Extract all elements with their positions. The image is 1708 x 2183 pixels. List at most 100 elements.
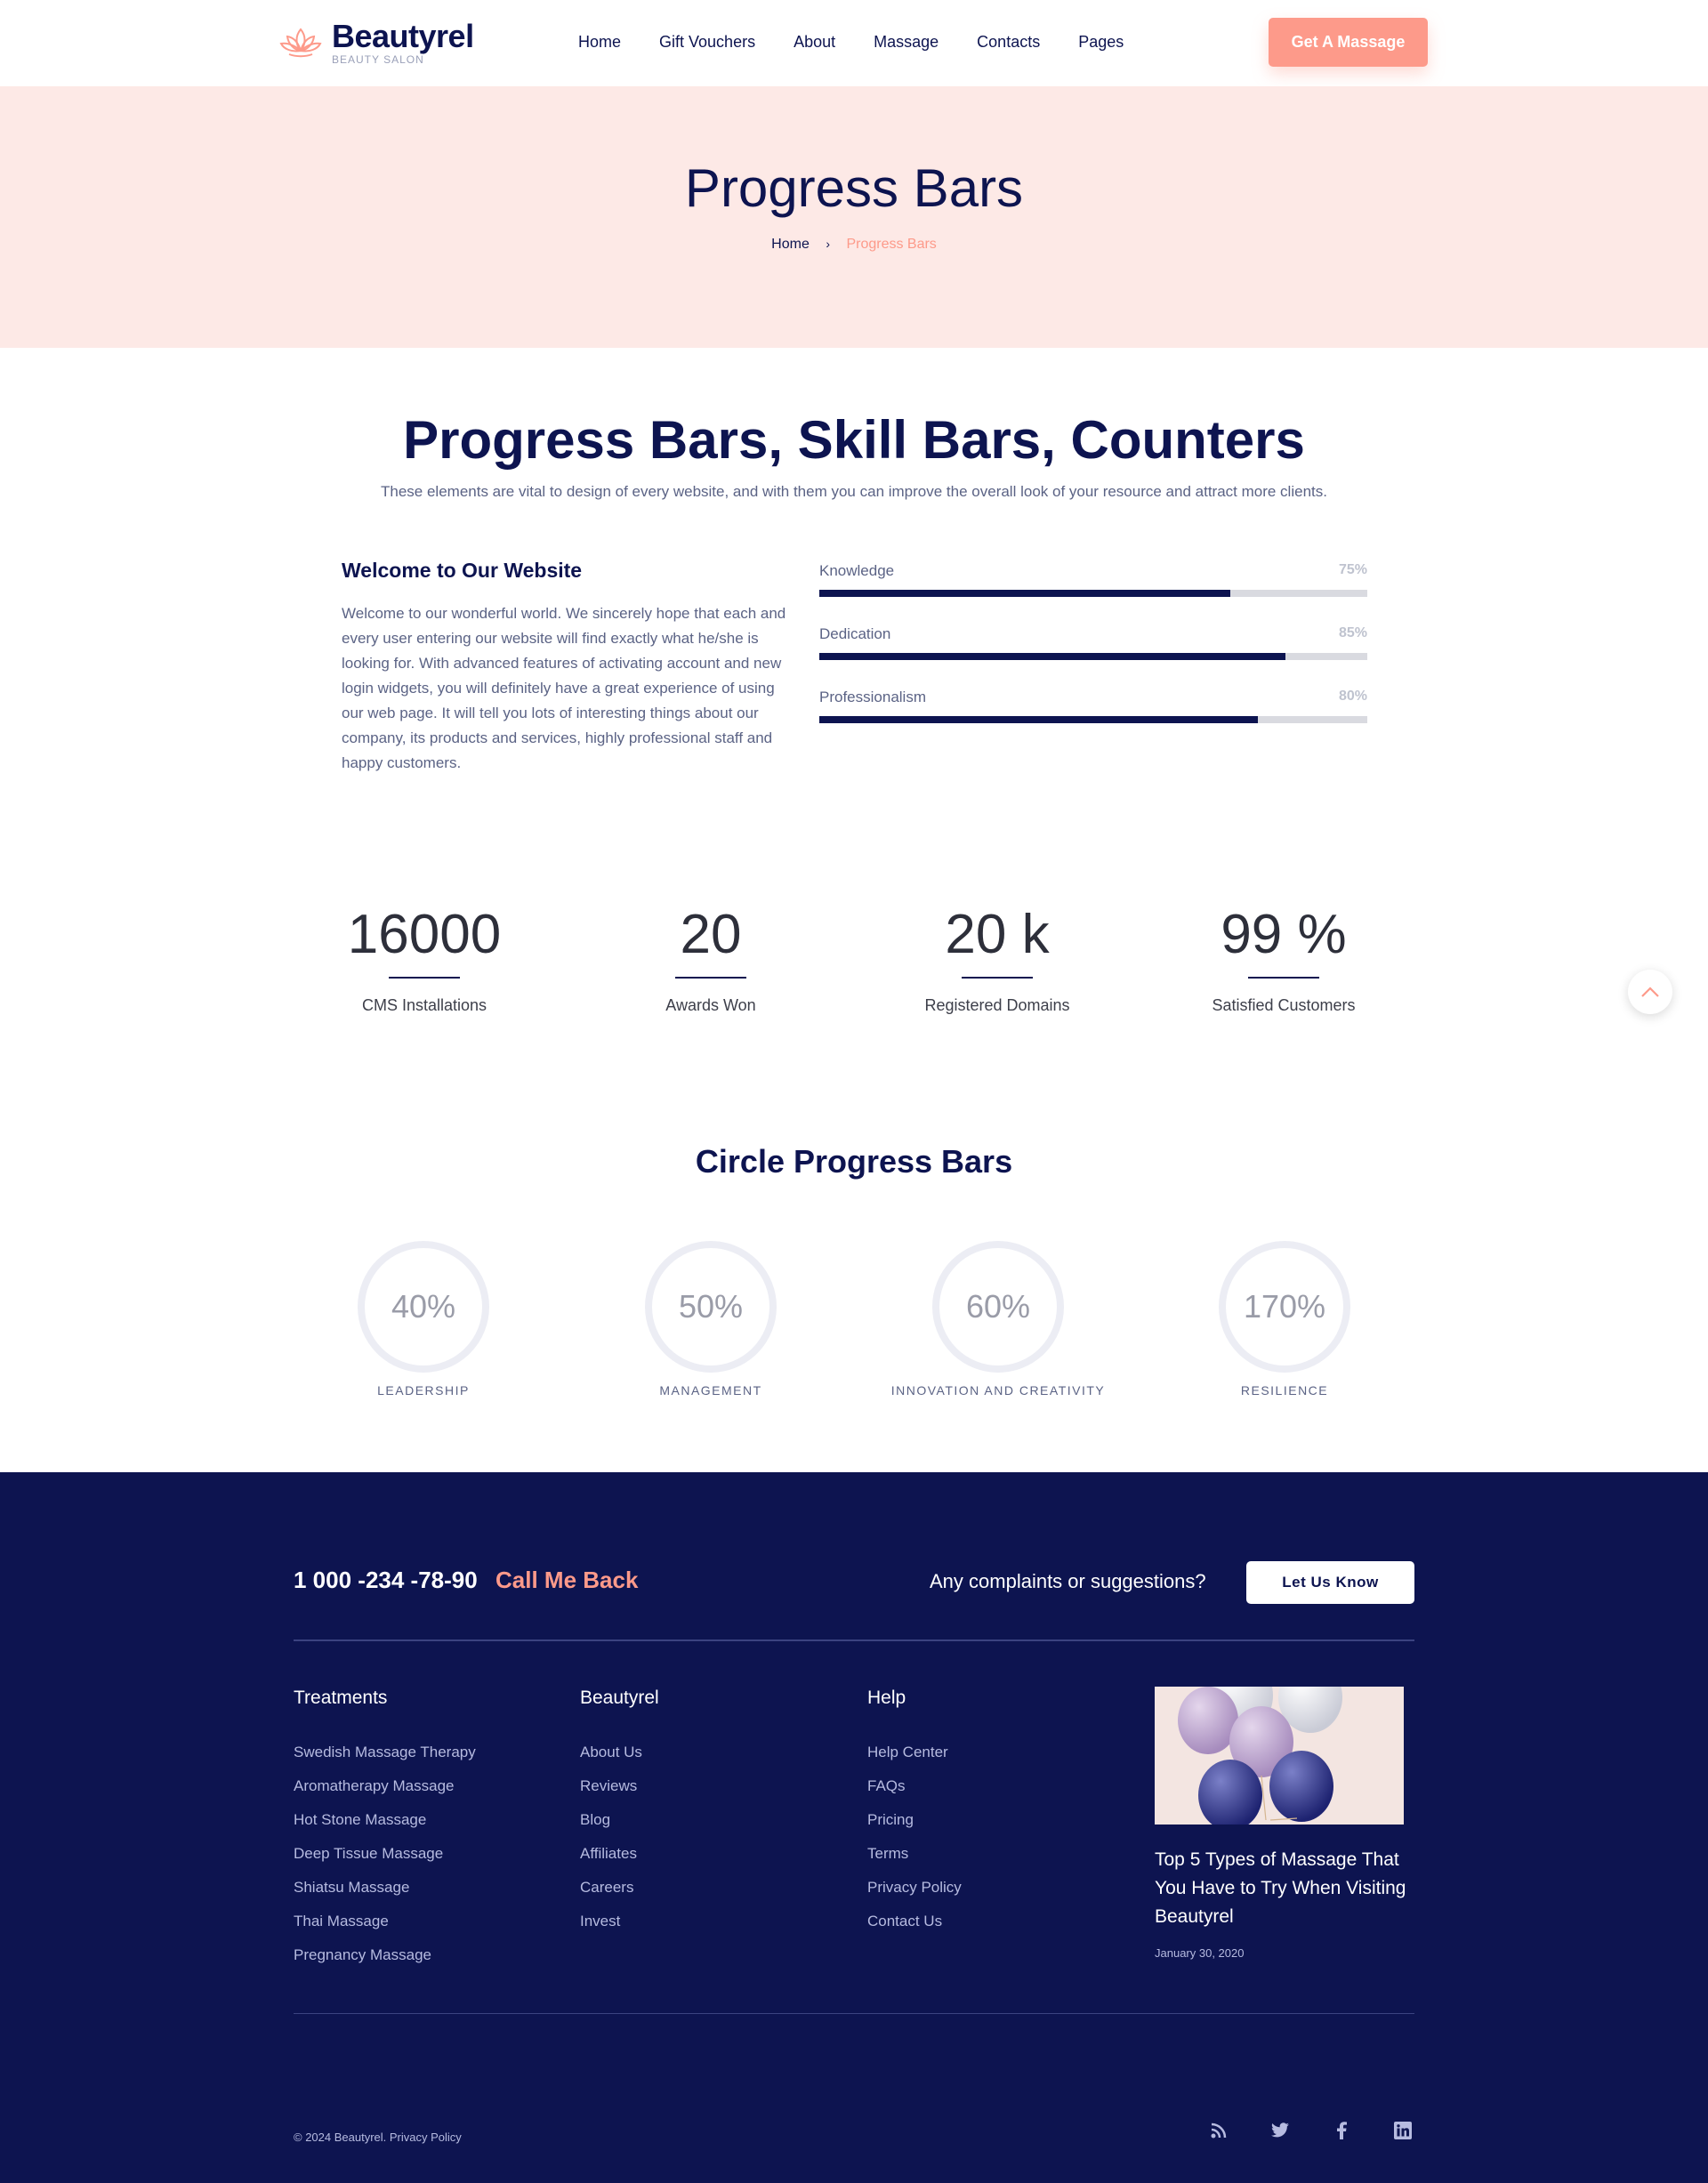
section-subtitle: These elements are vital to design of ev… [381,483,1327,500]
footer-link[interactable]: Shiatsu Massage [294,1871,476,1905]
counter-label: CMS Installations [361,996,487,1014]
counter-item: 20 k Registered Domains [855,898,1140,1015]
page-hero: Progress Bars Home › Progress Bars [0,86,1708,348]
skill-value: 75% [1338,562,1367,577]
balloons-image [1155,1687,1404,1825]
linkedin-icon[interactable] [1392,2120,1414,2141]
facebook-icon[interactable] [1331,2120,1352,2141]
counter-number: 20 k [945,904,1050,965]
footer-column-title: Beautyrel [580,1688,659,1708]
footer-link[interactable]: Hot Stone Massage [294,1803,476,1837]
circle-label: RESILIENCE [1240,1383,1329,1398]
footer-link[interactable]: Pricing [867,1803,962,1837]
footer-link[interactable]: Invest [580,1905,659,1938]
footer-link[interactable]: Careers [580,1871,659,1905]
footer-link[interactable]: Privacy Policy [867,1871,962,1905]
counter-item: 20 Awards Won [568,898,853,1015]
nav-about[interactable]: About [794,32,835,52]
footer-column-title: Treatments [294,1688,388,1708]
counter-label: Awards Won [665,996,756,1014]
skill-track [819,716,1367,723]
chevron-up-icon [1641,987,1659,997]
counter-label: Registered Domains [924,996,1070,1014]
circle-value: 170% [1244,1288,1325,1325]
section-title: Progress Bars, Skill Bars, Counters [403,410,1305,470]
footer-link[interactable]: Blog [580,1803,659,1837]
footer-column-title: Help [867,1688,906,1708]
circle-graphic: 50% [645,1241,777,1373]
get-a-massage-button[interactable]: Get A Massage [1269,18,1428,67]
nav-massage[interactable]: Massage [874,32,939,52]
page-title: Progress Bars [684,158,1024,218]
lotus-icon [279,28,322,58]
social-links [1208,2120,1454,2141]
welcome-text: Welcome to our wonderful world. We since… [342,605,786,771]
footer-link[interactable]: Pregnancy Massage [294,1938,476,1972]
call-me-back-link[interactable]: Call Me Back [495,1567,638,1594]
footer-link[interactable]: Deep Tissue Massage [294,1837,476,1871]
counter-number: 20 [680,904,742,965]
footer-divider [294,2013,1414,2014]
blog-post-date: January 30, 2020 [1155,1946,1245,1960]
circle-progress: 60% INNOVATION AND CREATIVITY [856,1239,1140,1398]
circle-value: 50% [679,1288,743,1325]
breadcrumb: Home › Progress Bars [0,237,1708,253]
footer-link[interactable]: About Us [580,1736,659,1769]
skill-track [819,653,1367,660]
breadcrumb-home-link[interactable]: Home [771,237,810,252]
rss-icon[interactable] [1208,2120,1229,2141]
let-us-know-button[interactable]: Let Us Know [1246,1561,1414,1604]
twitter-icon[interactable] [1269,2120,1291,2141]
circle-label: LEADERSHIP [377,1383,470,1398]
blog-post-image[interactable] [1155,1687,1404,1825]
footer-link[interactable]: Aromatherapy Massage [294,1769,476,1803]
circle-value: 60% [966,1288,1030,1325]
counter-item: 16000 CMS Installations [282,898,567,1015]
circle-graphic: 40% [358,1241,489,1373]
skill-bar: Dedication 85% [819,622,1367,685]
scroll-to-top-button[interactable] [1628,970,1672,1014]
nav-gift-vouchers[interactable]: Gift Vouchers [659,32,755,52]
skill-bar: Knowledge 75% [819,559,1367,622]
chevron-right-icon: › [826,237,830,251]
footer-link[interactable]: Thai Massage [294,1905,476,1938]
skill-label: Dedication [819,625,891,642]
breadcrumb-current: Progress Bars [846,237,937,252]
footer-link[interactable]: Affiliates [580,1837,659,1871]
skill-fill [819,716,1258,723]
footer-column-treatments: Treatments Swedish Massage Therapy Aroma… [294,1688,476,1972]
counter-label: Satisfied Customers [1212,996,1356,1014]
footer-phone[interactable]: 1 000 -234 -78-90 [294,1567,478,1594]
nav-home[interactable]: Home [578,32,621,52]
footer-column-beautyrel: Beautyrel About Us Reviews Blog Affiliat… [580,1688,659,1938]
skill-label: Knowledge [819,562,895,579]
counter-divider [675,977,746,979]
footer-link[interactable]: Swedish Massage Therapy [294,1736,476,1769]
footer-link[interactable]: Reviews [580,1769,659,1803]
blog-post-title[interactable]: Top 5 Types of Massage That You Have to … [1155,1846,1422,1931]
skill-value: 85% [1338,625,1367,640]
circle-label: INNOVATION AND CREATIVITY [890,1383,1106,1398]
circle-section-title: Circle Progress Bars [695,1143,1013,1180]
circle-graphic: 170% [1219,1241,1350,1373]
main-nav: Home Gift Vouchers About Massage Contact… [578,32,1162,52]
footer-link[interactable]: Contact Us [867,1905,962,1938]
circle-progress: 50% MANAGEMENT [568,1239,853,1398]
circle-progress: 40% LEADERSHIP [281,1239,566,1398]
skill-track [819,590,1367,597]
skill-fill [819,590,1230,597]
logo-name: Beautyrel [332,18,474,54]
footer-link[interactable]: Terms [867,1837,962,1871]
footer-column-help: Help Help Center FAQs Pricing Terms Priv… [867,1688,962,1938]
site-header: Beautyrel BEAUTY SALON Home Gift Voucher… [0,0,1708,86]
footer-link[interactable]: Help Center [867,1736,962,1769]
welcome-heading: Welcome to Our Website [342,559,583,582]
nav-pages[interactable]: Pages [1078,32,1124,52]
nav-contacts[interactable]: Contacts [977,32,1040,52]
skill-bar: Professionalism 80% [819,685,1367,748]
counter-number: 99 % [1221,904,1347,965]
logo[interactable]: Beautyrel BEAUTY SALON [278,20,474,66]
skill-value: 80% [1338,689,1367,704]
footer-divider [294,1639,1414,1641]
footer-link[interactable]: FAQs [867,1769,962,1803]
